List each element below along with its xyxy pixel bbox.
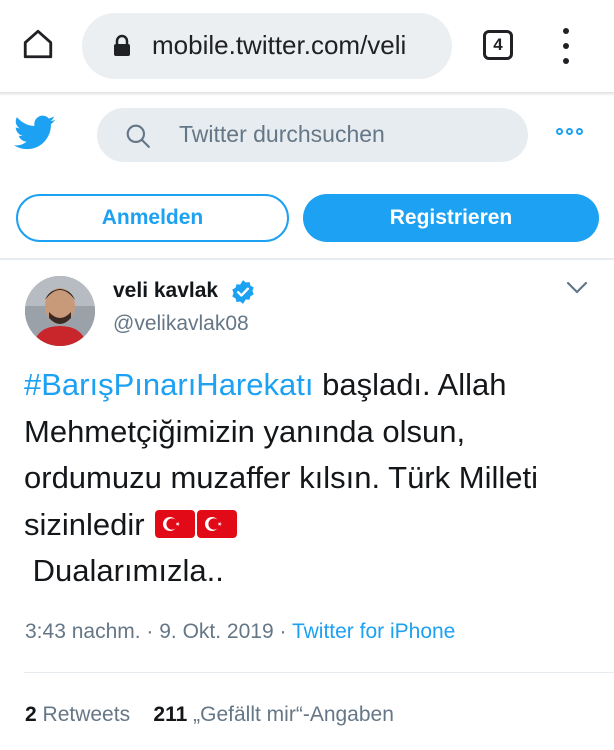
user-name[interactable]: veli kavlak (113, 279, 218, 303)
menu-dot-icon (563, 28, 569, 34)
url-text: mobile.twitter.com/veli (152, 30, 407, 60)
avatar[interactable] (25, 276, 95, 346)
tweet-date[interactable]: 9. Okt. 2019 (159, 620, 273, 643)
lock-icon (114, 34, 130, 56)
menu-dot-icon (563, 58, 569, 64)
retweet-label: Retweets (42, 703, 131, 726)
like-count: 211 (153, 703, 188, 726)
user-handle[interactable]: @velikavlak08 (113, 312, 249, 336)
stats-divider (24, 672, 614, 673)
menu-dot-icon (563, 43, 569, 49)
tweet-stats: 2 Retweets 211 „Gefällt mir“-Angaben (25, 703, 394, 727)
search-input[interactable]: Twitter durchsuchen (97, 108, 528, 162)
login-button[interactable]: Anmelden (16, 194, 289, 242)
header-divider (0, 258, 614, 260)
tab-switcher-button[interactable]: 4 (483, 30, 513, 60)
retweet-count: 2 (25, 703, 37, 726)
turkey-flag-icon (155, 509, 196, 538)
toolbar-shadow (0, 92, 614, 96)
like-stat[interactable]: 211 „Gefällt mir“-Angaben (153, 703, 393, 726)
home-icon (23, 29, 53, 59)
avatar-image (25, 276, 95, 346)
tweet-meta: 3:43 nachm. · 9. Okt. 2019 · Twitter for… (25, 620, 455, 644)
tweet-time[interactable]: 3:43 nachm. (25, 620, 141, 643)
browser-toolbar: mobile.twitter.com/veli 4 (0, 0, 614, 92)
twitter-bird-icon[interactable] (14, 115, 56, 151)
meta-separator: · (140, 620, 160, 643)
search-placeholder: Twitter durchsuchen (179, 121, 385, 147)
browser-menu-button[interactable] (557, 28, 575, 64)
meta-separator: · (273, 620, 292, 643)
turkey-flag-icon (197, 509, 238, 538)
chevron-down-icon[interactable] (566, 281, 588, 295)
more-options-icon[interactable] (556, 128, 583, 135)
verified-badge-icon (232, 280, 254, 304)
tweet-closing: Dualarımızla.. (32, 553, 224, 588)
hashtag-link[interactable]: #BarışPınarıHarekatı (24, 367, 313, 402)
address-bar[interactable]: mobile.twitter.com/veli (82, 13, 452, 79)
signup-button[interactable]: Registrieren (303, 194, 599, 242)
search-icon (126, 124, 150, 148)
tweet-text: #BarışPınarıHarekatı başladı. Allah Mehm… (24, 362, 604, 595)
home-button[interactable] (16, 22, 60, 66)
retweet-stat[interactable]: 2 Retweets (25, 703, 130, 726)
like-label: „Gefällt mir“-Angaben (193, 703, 394, 726)
tweet-source-link[interactable]: Twitter for iPhone (292, 620, 455, 643)
